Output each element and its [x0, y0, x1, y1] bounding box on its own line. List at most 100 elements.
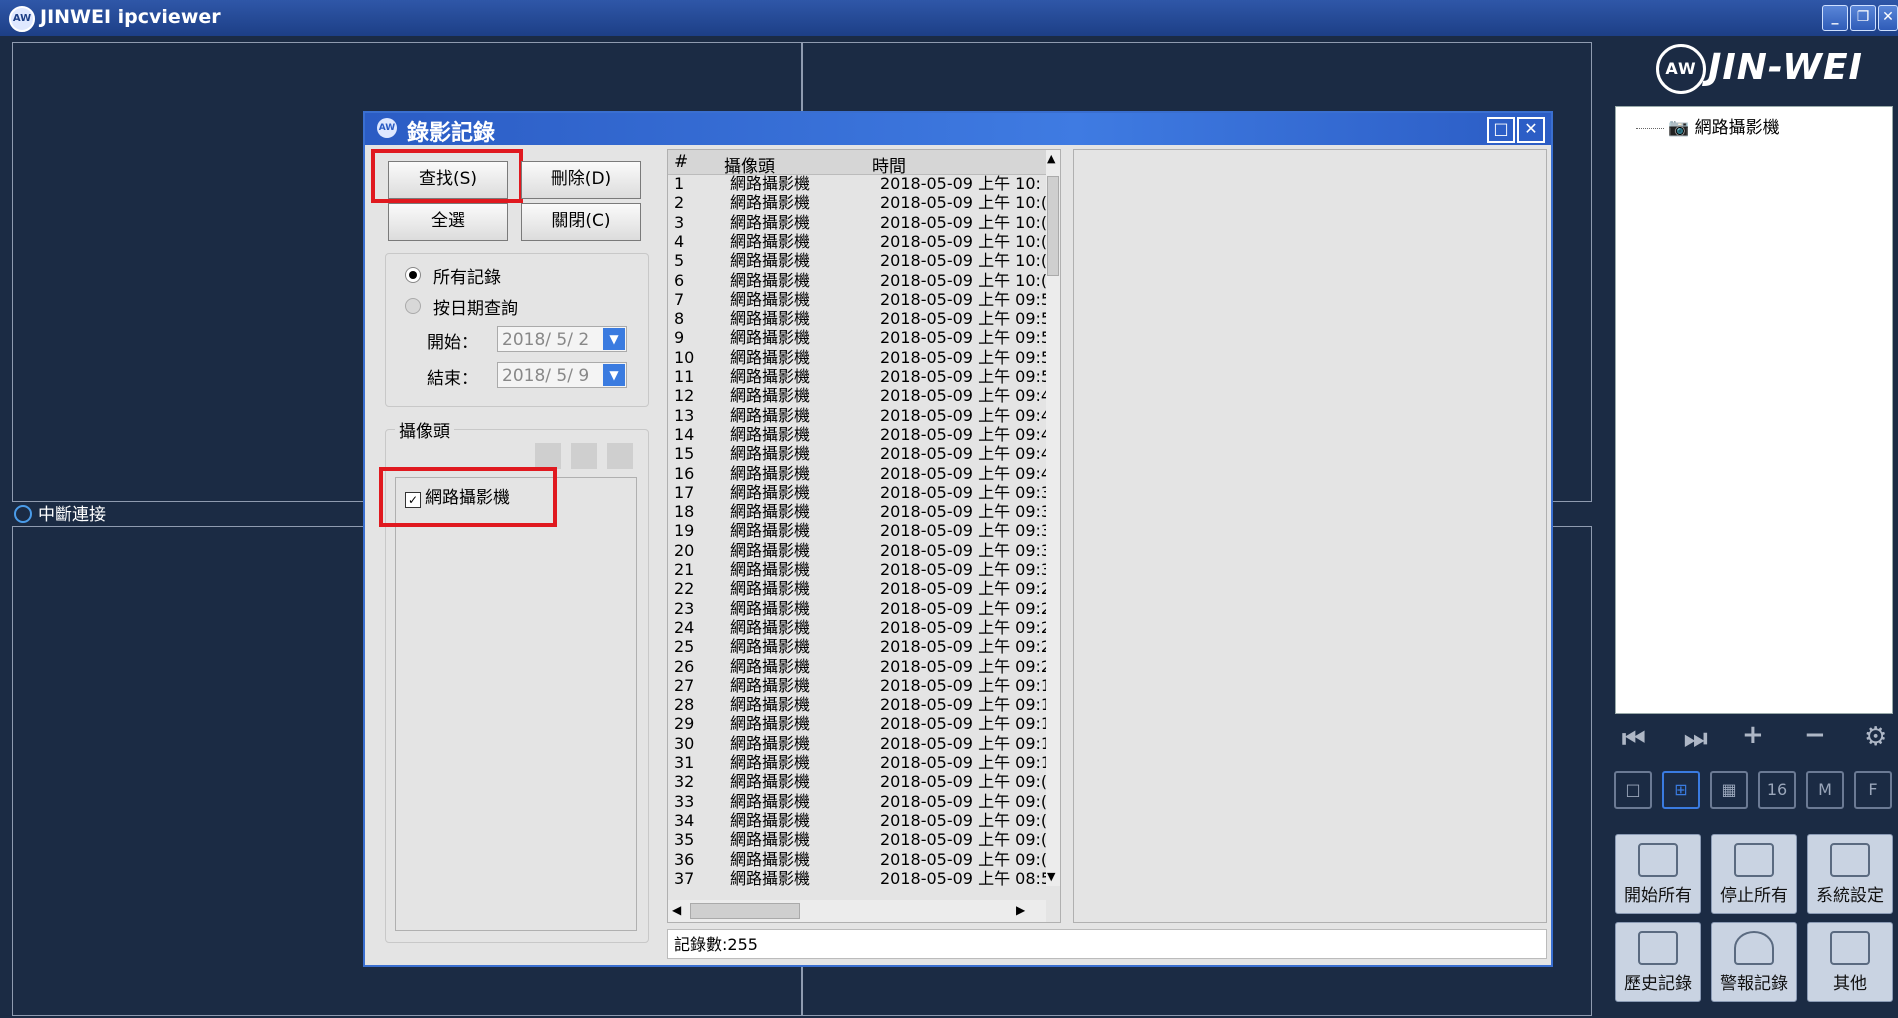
table-row[interactable]: 37 網路攝影機 2018-05-09 上午 08:5 [668, 869, 1046, 886]
scroll-down-icon[interactable]: ▼ [1047, 870, 1055, 883]
end-date-field[interactable]: 2018/ 5/ 9 ▼ [497, 362, 627, 388]
table-row[interactable]: 3 網路攝影機 2018-05-09 上午 10:( [668, 213, 1046, 233]
select-all-button[interactable]: 全選 [388, 203, 508, 241]
table-row[interactable]: 34 網路攝影機 2018-05-09 上午 09:( [668, 811, 1046, 831]
cell-time: 2018-05-09 上午 10:( [880, 212, 1046, 232]
camera-tool-2[interactable] [571, 443, 597, 469]
table-row[interactable]: 35 網路攝影機 2018-05-09 上午 09:( [668, 830, 1046, 850]
cell-index: 9 [674, 328, 685, 348]
column-header-index[interactable]: # [674, 152, 688, 172]
history-button[interactable]: 歷史記錄 [1615, 922, 1701, 1002]
camera-tool-3[interactable] [607, 443, 633, 469]
remove-icon[interactable]: − [1804, 720, 1826, 750]
layout-1-button[interactable]: □ [1614, 771, 1652, 809]
table-row[interactable]: 18 網路攝影機 2018-05-09 上午 09:3 [668, 502, 1046, 522]
other-button[interactable]: 其他 [1807, 922, 1893, 1002]
table-row[interactable]: 10 網路攝影機 2018-05-09 上午 09:5 [668, 348, 1046, 368]
layout-16-button[interactable]: 16 [1758, 771, 1796, 809]
table-row[interactable]: 6 網路攝影機 2018-05-09 上午 10:( [668, 271, 1046, 291]
calendar-dropdown-icon[interactable]: ▼ [603, 328, 625, 350]
table-row[interactable]: 16 網路攝影機 2018-05-09 上午 09:4 [668, 464, 1046, 484]
table-row[interactable]: 17 網路攝影機 2018-05-09 上午 09:3 [668, 483, 1046, 503]
table-row[interactable]: 29 網路攝影機 2018-05-09 上午 09:1 [668, 714, 1046, 734]
table-row[interactable]: 1 網路攝影機 2018-05-09 上午 10: [668, 174, 1046, 194]
table-row[interactable]: 28 網路攝影機 2018-05-09 上午 09:1 [668, 695, 1046, 715]
scroll-right-icon[interactable]: ▶ [1016, 903, 1025, 917]
camera-tool-1[interactable] [535, 443, 561, 469]
table-row[interactable]: 25 網路攝影機 2018-05-09 上午 09:2 [668, 637, 1046, 657]
start-date-label: 開始： [427, 333, 478, 353]
table-row[interactable]: 5 網路攝影機 2018-05-09 上午 10:( [668, 251, 1046, 271]
horizontal-scrollbar[interactable]: ◀ ▶ [668, 900, 1046, 922]
table-row[interactable]: 15 網路攝影機 2018-05-09 上午 09:4 [668, 444, 1046, 464]
table-row[interactable]: 9 網路攝影機 2018-05-09 上午 09:5 [668, 328, 1046, 348]
table-row[interactable]: 14 網路攝影機 2018-05-09 上午 09:4 [668, 425, 1046, 445]
playback-area[interactable] [1073, 149, 1547, 923]
cell-time: 2018-05-09 上午 09:( [880, 791, 1046, 811]
horizontal-scroll-thumb[interactable] [690, 903, 800, 919]
close-button[interactable]: ✕ [1878, 5, 1898, 31]
table-row[interactable]: 36 網路攝影機 2018-05-09 上午 09:( [668, 850, 1046, 870]
restore-button[interactable]: ❐ [1850, 5, 1876, 31]
table-row[interactable]: 8 網路攝影機 2018-05-09 上午 09:5 [668, 309, 1046, 329]
table-row[interactable]: 21 網路攝影機 2018-05-09 上午 09:3 [668, 560, 1046, 580]
table-row[interactable]: 13 網路攝影機 2018-05-09 上午 09:4 [668, 406, 1046, 426]
table-row[interactable]: 2 網路攝影機 2018-05-09 上午 10:( [668, 193, 1046, 213]
cell-index: 8 [674, 309, 685, 329]
start-date-value: 2018/ 5/ 2 [502, 330, 590, 350]
scroll-left-icon[interactable]: ◀ [672, 903, 681, 917]
layout-f-button[interactable]: F [1854, 771, 1892, 809]
device-tree-item[interactable]: 📷 網路攝影機 [1636, 113, 1780, 138]
alarm-log-label: 警報記錄 [1720, 974, 1788, 994]
minimize-button[interactable]: _ [1822, 5, 1848, 31]
vertical-scroll-thumb[interactable] [1047, 176, 1059, 276]
table-row[interactable]: 23 網路攝影機 2018-05-09 上午 09:2 [668, 599, 1046, 619]
stop-all-button[interactable]: 停止所有 [1711, 834, 1797, 914]
table-row[interactable]: 31 網路攝影機 2018-05-09 上午 09:1 [668, 753, 1046, 773]
dialog-close-button[interactable]: ✕ [1517, 117, 1545, 143]
layout-4-button[interactable]: ⊞ [1662, 771, 1700, 809]
delete-button[interactable]: 刪除(D) [521, 161, 641, 199]
cell-index: 29 [674, 714, 695, 734]
record-list[interactable]: # 攝像頭 時間 1 網路攝影機 2018-05-09 上午 10: 2 網路攝影機 20… [667, 149, 1061, 923]
table-row[interactable]: 4 網路攝影機 2018-05-09 上午 10:( [668, 232, 1046, 252]
table-row[interactable]: 19 網路攝影機 2018-05-09 上午 09:3 [668, 521, 1046, 541]
dialog-maximize-button[interactable]: □ [1487, 117, 1515, 143]
table-row[interactable]: 12 網路攝影機 2018-05-09 上午 09:4 [668, 386, 1046, 406]
vertical-scrollbar[interactable]: ▲ ▼ [1046, 150, 1060, 886]
table-row[interactable]: 32 網路攝影機 2018-05-09 上午 09:( [668, 772, 1046, 792]
gear-icon[interactable]: ⚙ [1864, 722, 1887, 752]
table-row[interactable]: 30 網路攝影機 2018-05-09 上午 09:1 [668, 734, 1046, 754]
prev-icon[interactable]: ⏮ [1622, 724, 1645, 755]
table-row[interactable]: 22 網路攝影機 2018-05-09 上午 09:2 [668, 579, 1046, 599]
start-all-button[interactable]: 開始所有 [1615, 834, 1701, 914]
table-row[interactable]: 20 網路攝影機 2018-05-09 上午 09:3 [668, 541, 1046, 561]
dialog-title: 錄影記錄 [407, 121, 496, 146]
add-icon[interactable]: + [1742, 720, 1764, 750]
table-row[interactable]: 26 網路攝影機 2018-05-09 上午 09:2 [668, 657, 1046, 677]
layout-9-button[interactable]: ▦ [1710, 771, 1748, 809]
next-icon[interactable]: ⏭ [1684, 724, 1707, 755]
cell-camera: 網路攝影機 [730, 617, 811, 637]
alarm-log-button[interactable]: 警報記錄 [1711, 922, 1797, 1002]
close-dialog-button[interactable]: 關閉(C) [521, 203, 641, 241]
system-settings-button[interactable]: 系統設定 [1807, 834, 1893, 914]
table-row[interactable]: 33 網路攝影機 2018-05-09 上午 09:( [668, 792, 1046, 812]
scroll-up-icon[interactable]: ▲ [1047, 152, 1055, 165]
cell-index: 5 [674, 251, 685, 271]
all-records-radio[interactable] [405, 267, 421, 283]
layout-m-button[interactable]: M [1806, 771, 1844, 809]
cell-camera: 網路攝影機 [730, 328, 811, 348]
table-row[interactable]: 27 網路攝影機 2018-05-09 上午 09:1 [668, 676, 1046, 696]
table-row[interactable]: 11 網路攝影機 2018-05-09 上午 09:5 [668, 367, 1046, 387]
record-rows: 1 網路攝影機 2018-05-09 上午 10: 2 網路攝影機 2018-05-09 … [668, 174, 1046, 886]
calendar-dropdown-icon[interactable]: ▼ [603, 364, 625, 386]
table-row[interactable]: 24 網路攝影機 2018-05-09 上午 09:2 [668, 618, 1046, 638]
start-date-field[interactable]: 2018/ 5/ 2 ▼ [497, 326, 627, 352]
by-date-radio[interactable] [405, 298, 421, 314]
cell-index: 16 [674, 463, 695, 483]
device-tree[interactable]: 📷 網路攝影機 [1615, 106, 1893, 714]
cell-camera: 網路攝影機 [730, 849, 811, 869]
cell-camera: 網路攝影機 [730, 212, 811, 232]
table-row[interactable]: 7 網路攝影機 2018-05-09 上午 09:5 [668, 290, 1046, 310]
